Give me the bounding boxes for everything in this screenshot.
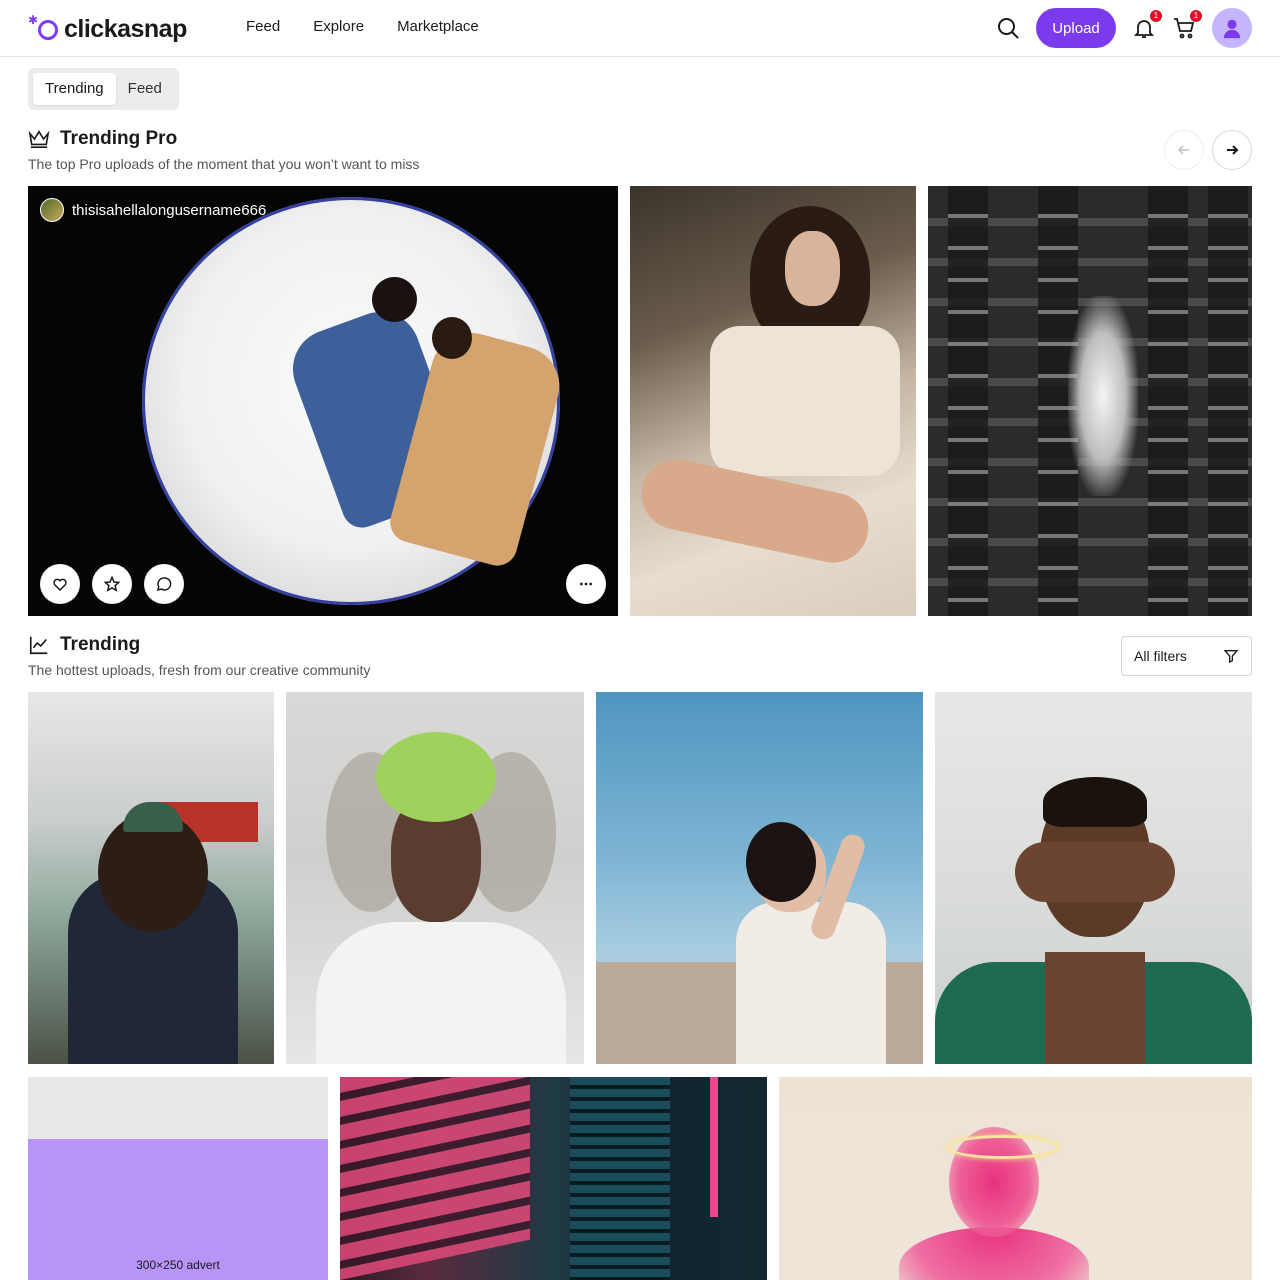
trending-heading: Trending	[28, 634, 140, 656]
comment-button[interactable]	[144, 564, 184, 604]
cart-badge: 1	[1190, 10, 1202, 22]
featured-photo[interactable]: thisisahellalongusername666	[28, 186, 618, 616]
nav-feed[interactable]: Feed	[246, 18, 280, 35]
user-avatar[interactable]	[1212, 8, 1252, 48]
like-button[interactable]	[40, 564, 80, 604]
trending-photo-5[interactable]	[340, 1077, 767, 1280]
photo-author[interactable]: thisisahellalongusername666	[40, 198, 266, 222]
trending-photo-4[interactable]	[935, 692, 1252, 1064]
logo-text: clickasnap	[64, 14, 187, 43]
logo-mark-icon: ✱	[28, 14, 60, 44]
main-nav: Feed Explore Marketplace	[246, 18, 479, 35]
section-subtitle: The hottest uploads, fresh from our crea…	[28, 662, 371, 678]
view-toggle: Trending Feed	[28, 68, 179, 110]
notifications-button[interactable]: 1	[1132, 10, 1162, 40]
search-icon[interactable]	[996, 16, 1020, 40]
trending-pro-heading: Trending Pro	[28, 128, 177, 150]
pro-photo-3[interactable]	[928, 186, 1252, 616]
toggle-feed[interactable]: Feed	[116, 73, 174, 105]
trending-photo-1[interactable]	[28, 692, 274, 1064]
arrow-right-icon	[1227, 145, 1239, 155]
filters-label: All filters	[1134, 648, 1187, 664]
heart-icon	[53, 578, 67, 592]
section-subtitle: The top Pro uploads of the moment that y…	[28, 156, 420, 172]
author-username: thisisahellalongusername666	[72, 201, 267, 219]
section-title: Trending	[60, 634, 141, 655]
crown-icon	[28, 130, 50, 148]
header-actions: Upload 1 1	[996, 8, 1252, 48]
more-icon	[580, 582, 592, 586]
all-filters-button[interactable]: All filters	[1121, 636, 1252, 676]
carousel-prev-button[interactable]	[1164, 130, 1204, 170]
carousel-next-button[interactable]	[1212, 130, 1252, 170]
advert-slot[interactable]: 300×250 advert	[28, 1077, 328, 1280]
nav-marketplace[interactable]: Marketplace	[397, 18, 479, 35]
advert-label: 300×250 advert	[136, 1258, 220, 1272]
pro-photo-2[interactable]	[630, 186, 916, 616]
more-options-button[interactable]	[566, 564, 606, 604]
top-header: ✱ clickasnap Feed Explore Marketplace Up…	[0, 0, 1280, 57]
filter-icon	[1223, 650, 1239, 664]
author-avatar	[40, 198, 64, 222]
trending-photo-3[interactable]	[596, 692, 923, 1064]
comment-icon	[157, 577, 172, 592]
notifications-badge: 1	[1150, 10, 1162, 22]
user-icon	[1223, 19, 1241, 39]
logo[interactable]: ✱ clickasnap	[28, 14, 187, 44]
cart-button[interactable]: 1	[1172, 10, 1202, 40]
arrow-left-icon	[1177, 145, 1189, 155]
nav-explore[interactable]: Explore	[313, 18, 364, 35]
trending-photo-2[interactable]	[286, 692, 584, 1064]
section-title: Trending Pro	[60, 128, 178, 149]
toggle-trending[interactable]: Trending	[33, 73, 116, 105]
upload-button[interactable]: Upload	[1036, 8, 1116, 48]
trending-photo-6[interactable]	[779, 1077, 1252, 1280]
star-icon	[104, 576, 120, 592]
favourite-button[interactable]	[92, 564, 132, 604]
chart-line-icon	[29, 636, 48, 655]
